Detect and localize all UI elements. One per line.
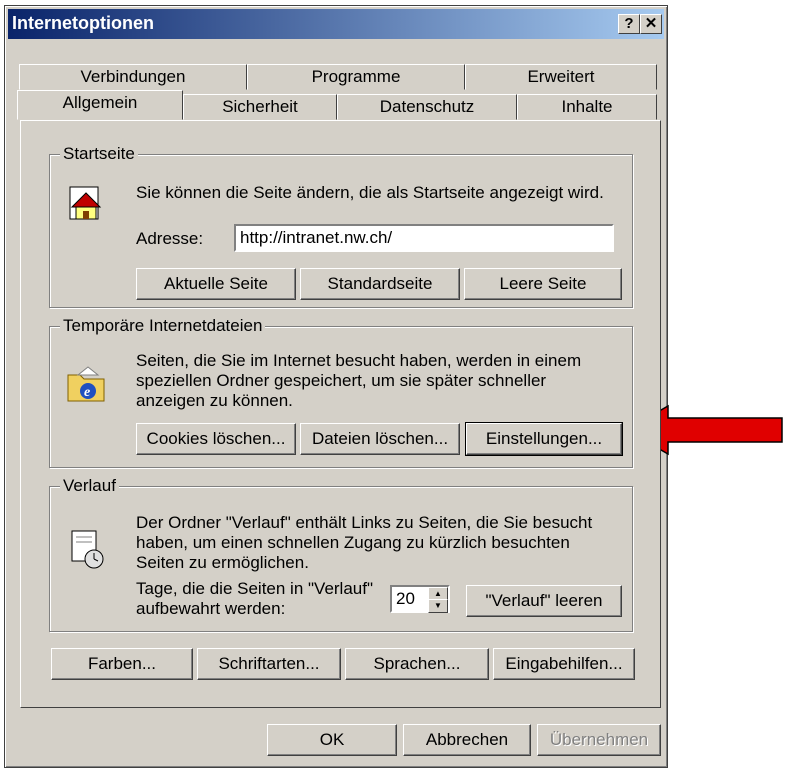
spin-down-button[interactable]: ▼ [428, 599, 448, 613]
dialog-window: Internetoptionen ? ✕ Verbindungen Progra… [4, 5, 668, 768]
group-label: Startseite [60, 144, 138, 164]
group-startseite: Startseite Sie können die Seite ändern, … [49, 144, 633, 308]
aktuelle-seite-button[interactable]: Aktuelle Seite [136, 268, 296, 300]
temp-description: Seiten, die Sie im Internet besucht habe… [136, 351, 581, 411]
sprachen-button[interactable]: Sprachen... [345, 648, 489, 680]
verlauf-description-line: Seiten zu ermöglichen. [136, 553, 309, 572]
verlauf-leeren-button[interactable]: "Verlauf" leeren [466, 585, 622, 617]
title-bar: Internetoptionen ? ✕ [8, 9, 664, 39]
startseite-description: Sie können die Seite ändern, die als Sta… [136, 183, 604, 202]
schriftarten-button[interactable]: Schriftarten... [197, 648, 341, 680]
standardseite-button[interactable]: Standardseite [300, 268, 460, 300]
window-title: Internetoptionen [12, 13, 154, 33]
verlauf-description-line: haben, um einen schnellen Zugang zu kürz… [136, 533, 570, 552]
leere-seite-button[interactable]: Leere Seite [464, 268, 622, 300]
tab-erweitert[interactable]: Erweitert [465, 64, 657, 90]
uebernehmen-button[interactable]: Übernehmen [537, 724, 661, 756]
tab-programme[interactable]: Programme [247, 64, 465, 90]
temp-description-line: speziellen Ordner gespeichert, um sie sp… [136, 371, 547, 390]
group-temp-internet-files: Temporäre Internetdateien e Seiten, die … [49, 316, 633, 468]
close-button[interactable]: ✕ [640, 14, 662, 34]
temp-description-line: Seiten, die Sie im Internet besucht habe… [136, 351, 582, 370]
tab-verbindungen[interactable]: Verbindungen [19, 64, 247, 90]
home-page-icon [69, 186, 102, 220]
group-label: Verlauf [60, 476, 119, 496]
ie-folder-icon: e [67, 366, 105, 402]
eingabehilfen-button[interactable]: Eingabehilfen... [493, 648, 635, 680]
days-label-line: Tage, die die Seiten in "Verlauf" [136, 579, 374, 598]
days-label: Tage, die die Seiten in "Verlauf" aufbew… [136, 579, 373, 619]
dateien-loeschen-button[interactable]: Dateien löschen... [300, 423, 460, 455]
tab-panel-allgemein: Startseite Sie können die Seite ändern, … [20, 120, 661, 708]
tab-datenschutz[interactable]: Datenschutz [337, 94, 517, 120]
address-label: Adresse: [136, 229, 204, 248]
group-verlauf: Verlauf Der Ordner "Verlauf" enthält Lin… [49, 476, 633, 632]
verlauf-description-line: Der Ordner "Verlauf" enthält Links zu Se… [136, 513, 593, 532]
verlauf-description: Der Ordner "Verlauf" enthält Links zu Se… [136, 513, 592, 573]
farben-button[interactable]: Farben... [51, 648, 193, 680]
days-label-line: aufbewahrt werden: [136, 599, 286, 618]
cookies-loeschen-button[interactable]: Cookies löschen... [136, 423, 296, 455]
group-label: Temporäre Internetdateien [60, 316, 266, 336]
tab-inhalte[interactable]: Inhalte [517, 94, 657, 120]
history-clock-icon [71, 530, 104, 569]
address-input[interactable]: http://intranet.nw.ch/ [234, 224, 614, 252]
temp-description-line: anzeigen zu können. [136, 391, 293, 410]
einstellungen-button[interactable]: Einstellungen... [465, 422, 623, 456]
abbrechen-button[interactable]: Abbrechen [403, 724, 531, 756]
tab-allgemein[interactable]: Allgemein [17, 90, 183, 120]
ok-button[interactable]: OK [267, 724, 397, 756]
help-button[interactable]: ? [618, 14, 640, 34]
svg-text:e: e [84, 385, 90, 400]
tab-sicherheit[interactable]: Sicherheit [183, 94, 337, 120]
